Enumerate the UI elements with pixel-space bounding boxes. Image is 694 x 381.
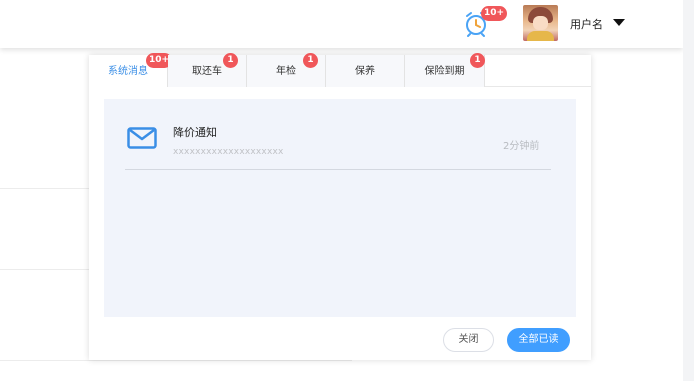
alarm-badge: 10+ xyxy=(481,6,508,21)
close-button[interactable]: 关闭 xyxy=(443,328,494,352)
avatar[interactable] xyxy=(523,5,558,41)
list-divider xyxy=(0,360,352,361)
mark-all-read-button[interactable]: 全部已读 xyxy=(507,328,570,352)
tab-badge: 1 xyxy=(303,53,318,68)
notification-title: 降价通知 xyxy=(173,126,217,139)
tab-annual-inspection[interactable]: 年检 1 xyxy=(247,53,326,87)
tab-badge: 1 xyxy=(223,53,238,68)
tab-pickup-return[interactable]: 取还车 1 xyxy=(168,53,247,87)
list-divider xyxy=(0,269,89,270)
scrollbar-track[interactable] xyxy=(683,0,694,381)
tab-insurance-expiry[interactable]: 保险到期 1 xyxy=(405,53,485,87)
mail-icon xyxy=(127,127,157,149)
divider xyxy=(125,169,551,170)
notification-tabs: 系统消息 10+ 取还车 1 年检 1 保养 保险到期 1 xyxy=(89,53,591,87)
tab-label: 取还车 xyxy=(192,66,222,77)
notification-time: 2分钟前 xyxy=(503,141,540,152)
tab-label: 系统消息 xyxy=(108,66,148,77)
tab-label: 保险到期 xyxy=(424,66,465,77)
tab-system-messages[interactable]: 系统消息 10+ xyxy=(89,53,173,87)
caret-down-icon[interactable] xyxy=(613,19,625,26)
notification-list: 降价通知 xxxxxxxxxxxxxxxxxxxx 2分钟前 xyxy=(104,99,576,317)
tab-maintenance[interactable]: 保养 xyxy=(326,55,405,87)
tab-badge: 1 xyxy=(470,53,485,68)
tab-label: 年检 xyxy=(276,66,296,77)
notification-subtitle: xxxxxxxxxxxxxxxxxxxx xyxy=(173,147,284,157)
tab-label: 保养 xyxy=(355,66,375,77)
list-divider xyxy=(0,188,89,189)
username-label[interactable]: 用户名 xyxy=(570,16,603,32)
notification-popup: 系统消息 10+ 取还车 1 年检 1 保养 保险到期 1 降价通知 xxxxx… xyxy=(89,53,591,360)
